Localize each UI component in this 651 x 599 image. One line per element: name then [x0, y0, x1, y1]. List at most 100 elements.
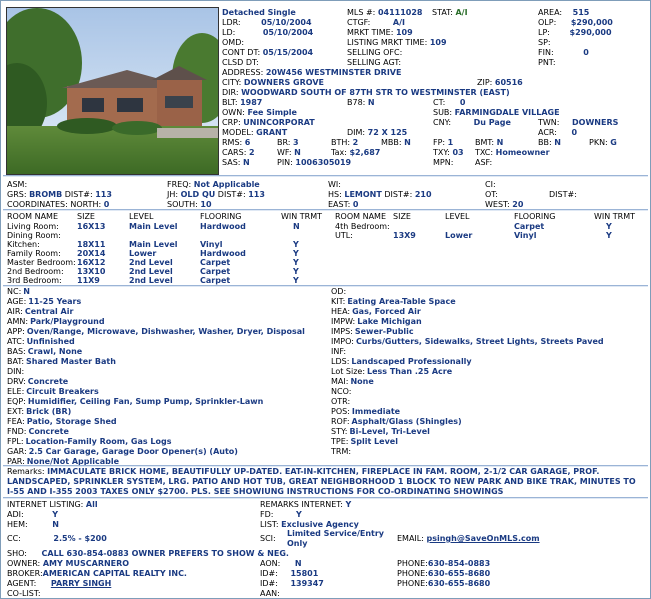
agent-name-link[interactable]: PARRY SINGH	[51, 579, 111, 588]
feature-value: Split Level	[350, 437, 398, 446]
room-flooring: Hardwood	[200, 249, 246, 258]
mls-label: MLS #:	[347, 8, 376, 17]
room-win: Y	[293, 258, 299, 267]
feature-label: TRM:	[331, 447, 352, 456]
feature-row: NC: N	[1, 287, 327, 297]
fd-label: FD:	[260, 510, 274, 519]
feature-label: ELE:	[7, 387, 25, 396]
aon-value: N	[294, 559, 302, 568]
room-size: 13X10	[77, 267, 106, 276]
feature-item: STY: Bi-Level, Tri-Level	[331, 427, 430, 436]
wf-label: WF:	[277, 148, 292, 157]
feature-label: NC:	[7, 287, 22, 296]
feature-label: ROF:	[331, 417, 350, 426]
room-name: Kitchen:	[7, 240, 40, 249]
dim-value: 72 X 125	[367, 128, 408, 137]
lp-value: $290,000	[569, 28, 612, 37]
feature-item: EQP: Humidifier, Ceiling Fan, Sump Pump, …	[7, 397, 263, 406]
jh-value: OLD QU	[180, 190, 216, 199]
feature-label: GAR:	[7, 447, 27, 456]
room-flooring: Carpet	[200, 276, 231, 285]
crp-value: UNINCORPORAT	[243, 118, 315, 127]
room-name: Family Room:	[7, 249, 61, 258]
south-label: SOUTH:	[167, 200, 198, 209]
acr-value: 0	[571, 128, 578, 137]
feature-label: KIT:	[331, 297, 346, 306]
feature-value: Gas, Forced Air	[352, 307, 421, 316]
feature-item: APP: Oven/Range, Microwave, Dishwasher, W…	[7, 327, 305, 336]
feature-row: IMPW: Lake Michigan	[325, 317, 650, 327]
txc-label: TXC:	[475, 148, 494, 157]
feature-row: OTR:	[325, 397, 650, 407]
wf-value: N	[294, 148, 301, 157]
fd-value: Y	[296, 510, 302, 519]
feature-item: IMPS: Sewer-Public	[331, 327, 414, 336]
txy-value: 03	[452, 148, 464, 157]
mrkt-time-label: MRKT TIME:	[347, 28, 394, 37]
east-value: 0	[352, 200, 359, 209]
crp-label: CRP:	[222, 118, 241, 127]
feature-label: INF:	[331, 347, 347, 356]
dim-label: DIM:	[347, 128, 366, 137]
sp-label: SP:	[538, 38, 551, 47]
feature-item: POS: Immediate	[331, 407, 400, 416]
remarks-internet-label: REMARKS INTERNET:	[260, 500, 343, 509]
feature-row: DRV: Concrete	[1, 377, 327, 387]
pin-label: PIN:	[277, 158, 293, 167]
zip-label: ZIP:	[477, 78, 493, 87]
room-win: N	[293, 222, 300, 231]
feature-label: HEA:	[331, 307, 351, 316]
pkn-label: PKN:	[589, 138, 608, 147]
fp-label: FP:	[433, 138, 446, 147]
room-level: 2nd Level	[129, 267, 173, 276]
jh-dist-value: 113	[248, 190, 265, 199]
feature-row: TPE: Split Level	[325, 437, 650, 447]
feature-value: 11-25 Years	[28, 297, 82, 306]
ot-label: OT:	[485, 190, 498, 199]
acr-label: ACR:	[538, 128, 557, 137]
feature-label: Lot Size:	[331, 367, 366, 376]
feature-item: DRV: Concrete	[7, 377, 68, 386]
internet-listing-value: All	[85, 500, 98, 509]
feature-label: OTR:	[331, 397, 351, 406]
feature-item: BAS: Crawl, None	[7, 347, 82, 356]
room-column-header: FLOORING	[200, 212, 242, 221]
rooms-header-row: ROOM NAME SIZE LEVEL FLOORING WIN TRMT	[331, 212, 650, 222]
feature-label: BAS:	[7, 347, 26, 356]
address-value: 20W456 WESTMINSTER DRIVE	[265, 68, 402, 77]
grs-value: BROMB	[29, 190, 63, 199]
owner-label: OWNER:	[7, 559, 41, 568]
txy-label: TXY:	[433, 148, 450, 157]
cars-value: 2	[248, 148, 255, 157]
ldr-label: LDR:	[222, 18, 241, 27]
grs-dist-label: DIST#:	[64, 190, 93, 199]
feature-item: EXT: Brick (BR)	[7, 407, 71, 416]
room-flooring: Hardwood	[200, 222, 246, 231]
feature-value: Bi-Level, Tri-Level	[349, 427, 430, 436]
feature-label: IMPS:	[331, 327, 353, 336]
room-win: Y	[293, 276, 299, 285]
room-row: UTL: 13X9 Lower Vinyl Y	[331, 231, 650, 241]
fin-value: 0	[583, 48, 589, 57]
room-column-header: FLOORING	[514, 212, 556, 221]
feature-label: IMPO:	[331, 337, 354, 346]
feature-row: AGE: 11-25 Years	[1, 297, 327, 307]
feature-item: NCO:	[331, 387, 353, 396]
room-name: 4th Bedroom:	[335, 222, 390, 231]
stat-label: STAT:	[432, 8, 453, 17]
room-column-header: ROOM NAME	[335, 212, 387, 221]
feature-row: EXT: Brick (BR)	[1, 407, 327, 417]
cont-dt-label: CONT DT:	[222, 48, 261, 57]
email-link[interactable]: psingh@SaveOnMLS.com	[427, 534, 540, 543]
feature-item: TRM:	[331, 447, 353, 456]
feature-item: IMPO: Curbs/Gutters, Sidewalks, Street Li…	[331, 337, 604, 346]
feature-value: Sewer-Public	[354, 327, 414, 336]
hs-dist-label: DIST#:	[384, 190, 413, 199]
broker-id-value: 15801	[290, 569, 319, 578]
feature-item: IMPW: Lake Michigan	[331, 317, 422, 326]
owner-value: AMY MUSCARNERO	[42, 559, 130, 568]
internet-listing-label: INTERNET LISTING:	[7, 500, 84, 509]
feature-label: IMPW:	[331, 317, 356, 326]
feature-value: Unfinished	[26, 337, 75, 346]
feature-row: Lot Size: Less Than .25 Acre	[325, 367, 650, 377]
